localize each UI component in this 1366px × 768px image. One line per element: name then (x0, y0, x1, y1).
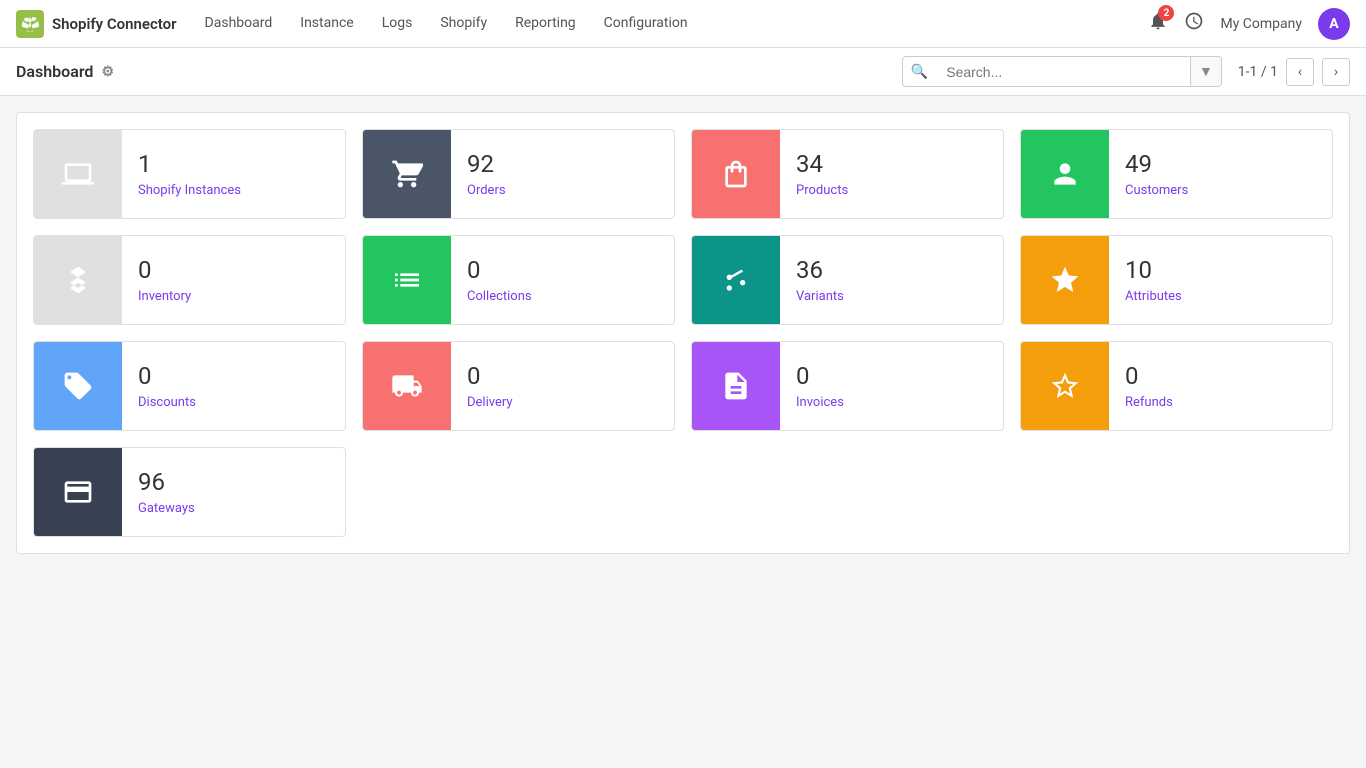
card-invoices[interactable]: 0 Invoices (691, 341, 1004, 431)
shopify-instances-body: 1 Shopify Instances (122, 138, 345, 210)
main-content: 1 Shopify Instances 92 Orders 34 Products 49 Cu… (0, 96, 1366, 570)
delivery-label: Delivery (467, 395, 513, 410)
gateways-icon-block (34, 448, 122, 536)
attributes-count: 10 (1125, 256, 1152, 285)
search-icon: 🔍 (903, 58, 936, 86)
customers-body: 49 Customers (1109, 138, 1332, 210)
card-customers[interactable]: 49 Customers (1020, 129, 1333, 219)
user-avatar[interactable]: A (1318, 8, 1350, 40)
gateways-label: Gateways (138, 501, 195, 516)
search-container: 🔍 ▼ (902, 56, 1222, 87)
pagination: 1-1 / 1 ‹ › (1238, 58, 1350, 86)
customers-label: Customers (1125, 183, 1188, 198)
variants-icon-block (692, 236, 780, 324)
invoices-body: 0 Invoices (780, 350, 1003, 422)
products-icon-block (692, 130, 780, 218)
delivery-body: 0 Delivery (451, 350, 674, 422)
next-page-button[interactable]: › (1322, 58, 1350, 86)
nav-logs[interactable]: Logs (370, 0, 425, 48)
card-products[interactable]: 34 Products (691, 129, 1004, 219)
invoices-label: Invoices (796, 395, 844, 410)
discounts-icon-block (34, 342, 122, 430)
collections-count: 0 (467, 256, 481, 285)
attributes-label: Attributes (1125, 289, 1182, 304)
card-shopify-instances[interactable]: 1 Shopify Instances (33, 129, 346, 219)
page-title-section: Dashboard ⚙ (16, 62, 114, 81)
app-name: Shopify Connector (52, 15, 177, 33)
nav-configuration[interactable]: Configuration (592, 0, 700, 48)
inventory-label: Inventory (138, 289, 191, 304)
dashboard-container: 1 Shopify Instances 92 Orders 34 Products 49 Cu… (16, 112, 1350, 554)
variants-body: 36 Variants (780, 244, 1003, 316)
refunds-icon-block (1021, 342, 1109, 430)
card-discounts[interactable]: 0 Discounts (33, 341, 346, 431)
discounts-body: 0 Discounts (122, 350, 345, 422)
cards-grid: 1 Shopify Instances 92 Orders 34 Products 49 Cu… (33, 129, 1333, 537)
settings-icon[interactable]: ⚙ (101, 64, 114, 80)
page-title: Dashboard (16, 62, 93, 81)
attributes-body: 10 Attributes (1109, 244, 1332, 316)
navbar: Shopify Connector Dashboard Instance Log… (0, 0, 1366, 48)
card-delivery[interactable]: 0 Delivery (362, 341, 675, 431)
nav-instance[interactable]: Instance (288, 0, 365, 48)
products-count: 34 (796, 150, 823, 179)
nav-dashboard[interactable]: Dashboard (193, 0, 285, 48)
inventory-count: 0 (138, 256, 152, 285)
search-input[interactable] (936, 58, 1190, 86)
refunds-body: 0 Refunds (1109, 350, 1332, 422)
nav-reporting[interactable]: Reporting (503, 0, 588, 48)
logo-icon (16, 10, 44, 38)
invoices-icon-block (692, 342, 780, 430)
card-inventory[interactable]: 0 Inventory (33, 235, 346, 325)
card-attributes[interactable]: 10 Attributes (1020, 235, 1333, 325)
collections-label: Collections (467, 289, 532, 304)
attributes-icon-block (1021, 236, 1109, 324)
card-gateways[interactable]: 96 Gateways (33, 447, 346, 537)
customers-count: 49 (1125, 150, 1152, 179)
orders-label: Orders (467, 183, 506, 198)
gateways-count: 96 (138, 468, 165, 497)
refunds-label: Refunds (1125, 395, 1173, 410)
collections-icon-block (363, 236, 451, 324)
clock-svg (1184, 11, 1204, 31)
delivery-icon-block (363, 342, 451, 430)
delivery-count: 0 (467, 362, 481, 391)
invoices-count: 0 (796, 362, 810, 391)
nav-right-section: 2 My Company A (1148, 8, 1350, 40)
clock-icon[interactable] (1184, 11, 1204, 36)
discounts-label: Discounts (138, 395, 196, 410)
orders-icon-block (363, 130, 451, 218)
nav-shopify[interactable]: Shopify (428, 0, 499, 48)
variants-label: Variants (796, 289, 844, 304)
gateways-body: 96 Gateways (122, 456, 345, 528)
card-refunds[interactable]: 0 Refunds (1020, 341, 1333, 431)
inventory-body: 0 Inventory (122, 244, 345, 316)
prev-page-button[interactable]: ‹ (1286, 58, 1314, 86)
refunds-count: 0 (1125, 362, 1139, 391)
discounts-count: 0 (138, 362, 152, 391)
pagination-text: 1-1 / 1 (1238, 64, 1278, 80)
search-dropdown-btn[interactable]: ▼ (1190, 57, 1221, 86)
collections-body: 0 Collections (451, 244, 674, 316)
card-orders[interactable]: 92 Orders (362, 129, 675, 219)
card-collections[interactable]: 0 Collections (362, 235, 675, 325)
inventory-icon-block (34, 236, 122, 324)
app-logo[interactable]: Shopify Connector (16, 10, 177, 38)
logo-svg (21, 15, 39, 33)
company-name[interactable]: My Company (1220, 16, 1302, 32)
shopify-instances-count: 1 (138, 150, 152, 179)
shopify-instances-label: Shopify Instances (138, 183, 241, 198)
shopify-instances-icon-block (34, 130, 122, 218)
notification-bell[interactable]: 2 (1148, 11, 1168, 36)
orders-count: 92 (467, 150, 494, 179)
products-body: 34 Products (780, 138, 1003, 210)
customers-icon-block (1021, 130, 1109, 218)
notification-count: 2 (1158, 5, 1174, 21)
subheader: Dashboard ⚙ 🔍 ▼ 1-1 / 1 ‹ › (0, 48, 1366, 96)
variants-count: 36 (796, 256, 823, 285)
products-label: Products (796, 183, 848, 198)
orders-body: 92 Orders (451, 138, 674, 210)
card-variants[interactable]: 36 Variants (691, 235, 1004, 325)
